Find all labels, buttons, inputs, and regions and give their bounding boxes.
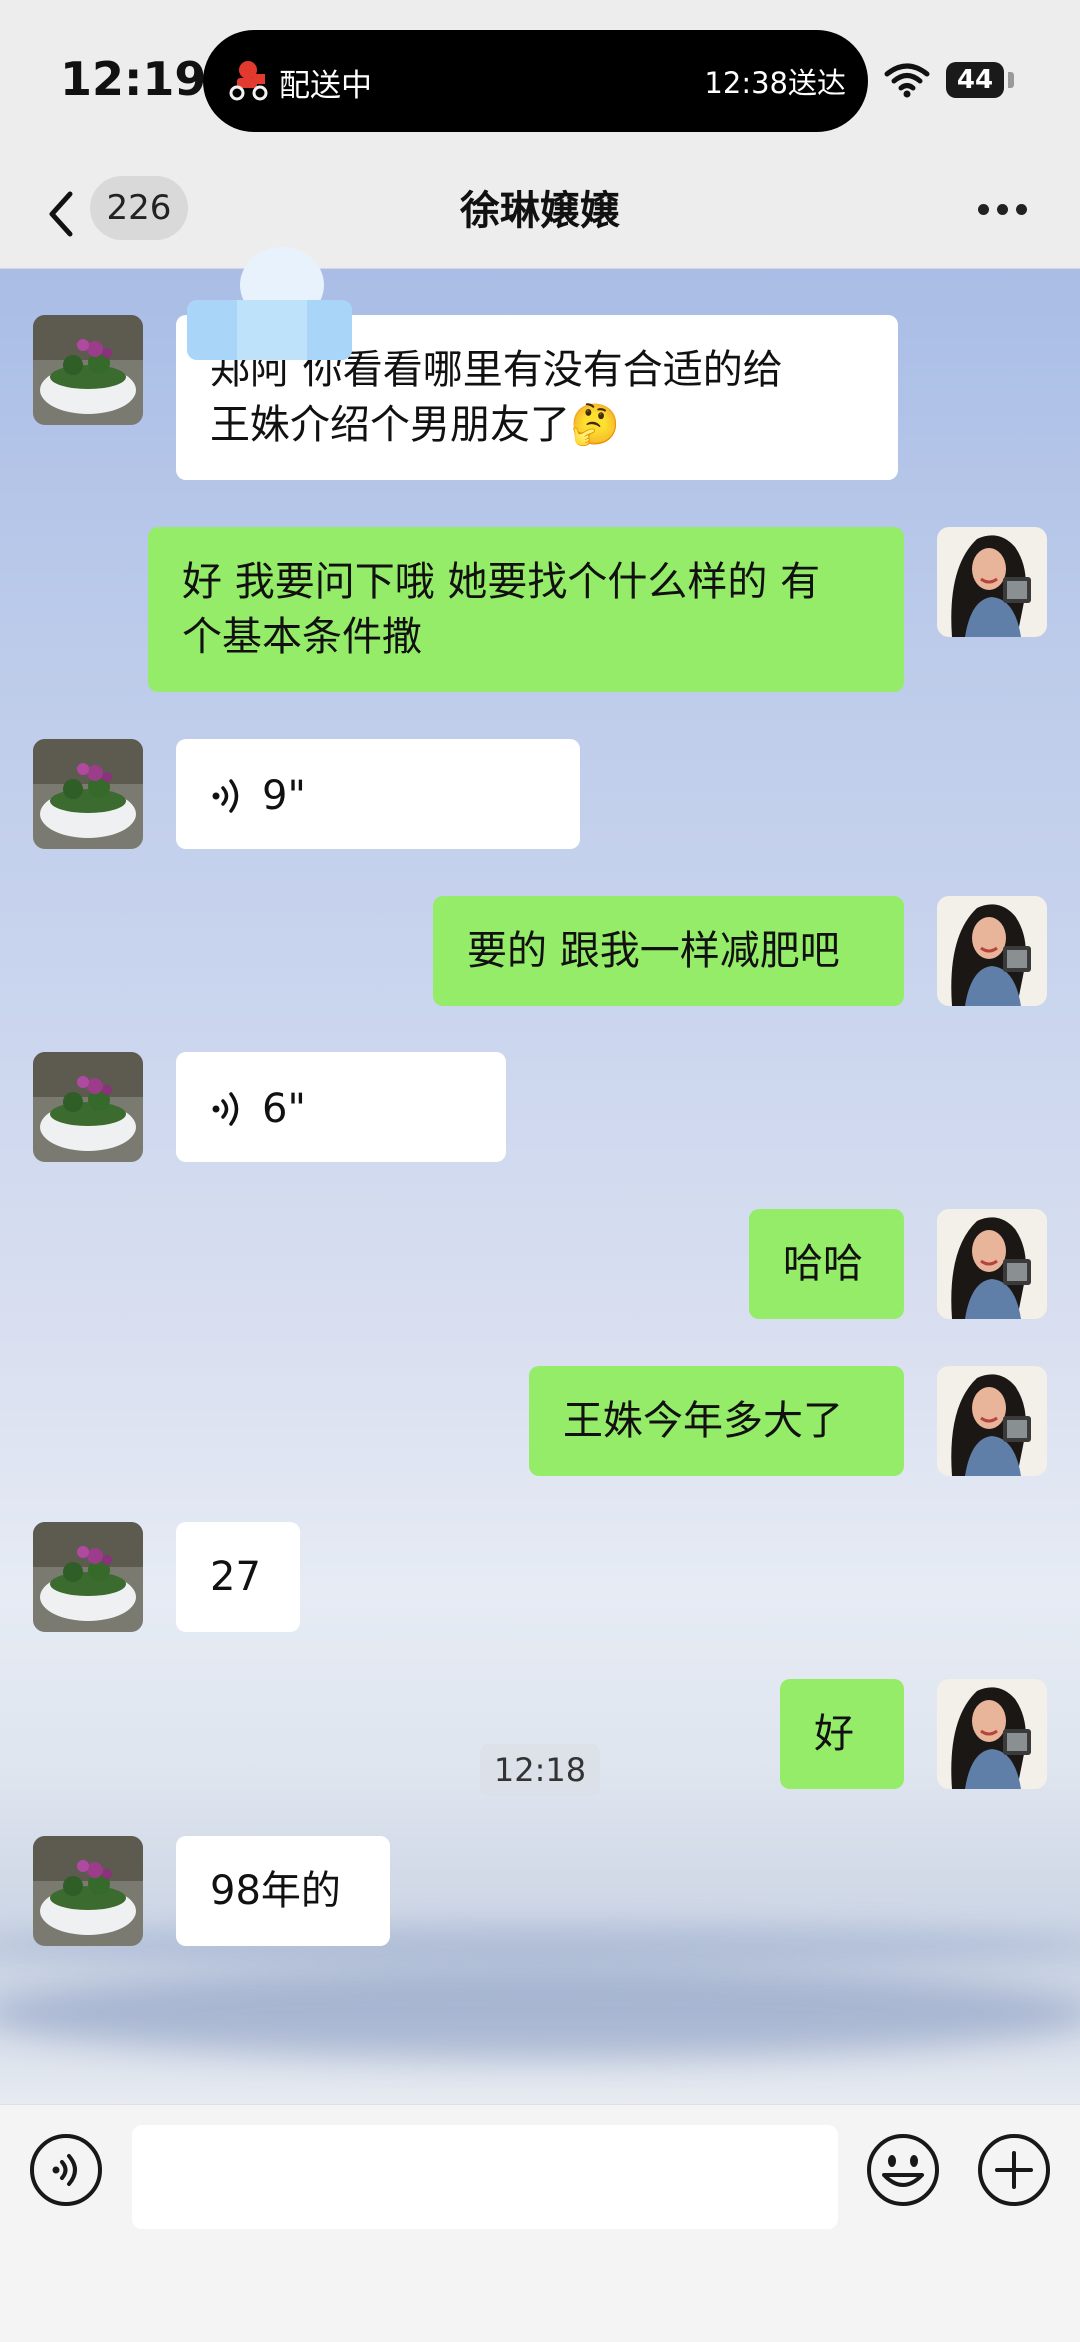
input-bar <box>0 2104 1080 2342</box>
illustrated-woman-avatar-image <box>937 1209 1047 1319</box>
contact-avatar[interactable] <box>33 1836 143 1946</box>
status-time: 12:19 <box>60 52 207 106</box>
message-text-line: 好 我要问下哦 她要找个什么样的 有 <box>182 558 821 605</box>
voice-wave-icon <box>212 779 239 813</box>
voice-duration: 6" <box>262 1086 306 1132</box>
illustrated-woman-avatar-image <box>937 1679 1047 1789</box>
message-bubble[interactable]: 王姝今年多大了 <box>529 1366 904 1476</box>
voice-duration: 9" <box>262 773 306 819</box>
delivery-status-text: 配送中 <box>279 68 372 104</box>
message-bubble[interactable]: 98年的 <box>176 1836 390 1946</box>
voice-input-icon[interactable] <box>29 2133 103 2207</box>
voice-wave-icon <box>212 1092 239 1126</box>
contact-avatar[interactable] <box>33 1052 143 1162</box>
chat-title: 徐琳嬢嬢 <box>460 188 620 234</box>
background-wave <box>0 1924 1080 1964</box>
voice-message-bubble[interactable]: 9" <box>176 739 580 849</box>
message-text-line: 要的 跟我一样减肥吧 <box>467 927 840 974</box>
my-avatar[interactable] <box>937 1679 1047 1789</box>
message-text-line: 王姝今年多大了 <box>563 1397 843 1444</box>
message-bubble[interactable]: 哈哈 <box>749 1209 904 1319</box>
plus-icon[interactable] <box>977 2133 1051 2207</box>
my-avatar[interactable] <box>937 1209 1047 1319</box>
delivery-eta-text: 12:38送达 <box>704 66 846 100</box>
message-text-line: 98年的 <box>210 1867 341 1914</box>
emoji-icon[interactable] <box>866 2133 940 2207</box>
illustrated-woman-avatar-image <box>937 527 1047 637</box>
status-bar: 12:19 配送中 12:38送达 44 <box>0 0 1080 160</box>
illustrated-woman-avatar-image <box>937 1366 1047 1476</box>
plant-avatar-image <box>33 1052 143 1162</box>
more-icon[interactable] <box>978 204 1028 216</box>
battery-indicator: 44 <box>946 62 1004 98</box>
my-avatar[interactable] <box>937 896 1047 1006</box>
chat-timestamp: 12:18 <box>480 1744 600 1796</box>
wifi-icon <box>884 63 930 98</box>
chat-header: 226 徐琳嬢嬢 <box>0 160 1080 269</box>
message-text-line: 王姝介绍个男朋友了🤔 <box>210 401 620 448</box>
contact-avatar[interactable] <box>33 1522 143 1632</box>
contact-avatar[interactable] <box>33 739 143 849</box>
my-avatar[interactable] <box>937 527 1047 637</box>
plant-avatar-image <box>33 739 143 849</box>
plant-avatar-image <box>33 1836 143 1946</box>
message-text-line: 个基本条件撒 <box>182 613 422 660</box>
message-text-line: 哈哈 <box>783 1240 863 1287</box>
my-avatar[interactable] <box>937 1366 1047 1476</box>
message-bubble[interactable]: 27 <box>176 1522 300 1632</box>
dynamic-island-delivery[interactable]: 配送中 12:38送达 <box>203 30 868 132</box>
background-wave <box>0 1969 1080 2059</box>
message-bubble[interactable]: 好 我要问下哦 她要找个什么样的 有个基本条件撒 <box>148 527 904 692</box>
illustrated-woman-avatar-image <box>937 896 1047 1006</box>
voice-message-bubble[interactable]: 6" <box>176 1052 506 1162</box>
contact-avatar[interactable] <box>33 315 143 425</box>
plant-avatar-image <box>33 1522 143 1632</box>
message-bubble[interactable]: 要的 跟我一样减肥吧 <box>433 896 904 1006</box>
message-text-line: 好 <box>814 1710 854 1757</box>
message-input[interactable] <box>132 2125 838 2229</box>
delivery-rider-icon <box>229 61 268 101</box>
battery-tip <box>1008 72 1014 88</box>
cloud-sticker-icon <box>187 247 352 360</box>
message-text-line: 27 <box>210 1553 261 1600</box>
plant-avatar-image <box>33 315 143 425</box>
message-bubble[interactable]: 好 <box>780 1679 904 1789</box>
